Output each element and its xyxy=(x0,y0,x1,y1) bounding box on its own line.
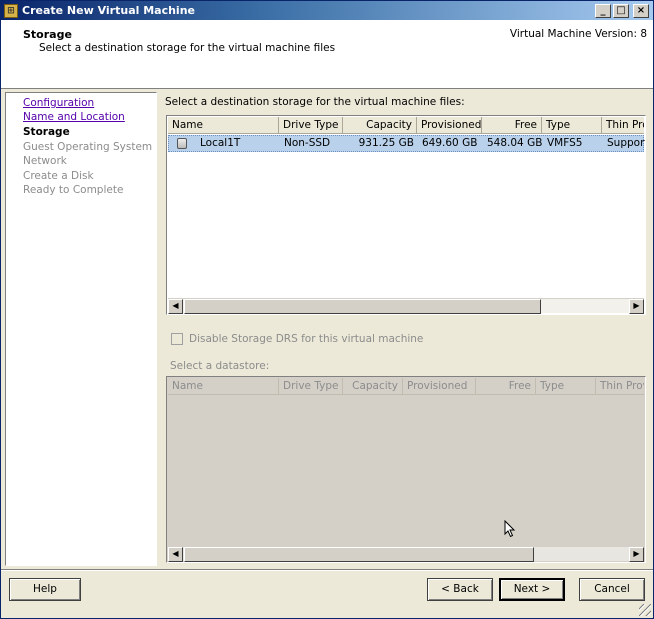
page-subtitle: Select a destination storage for the vir… xyxy=(39,42,336,54)
window-title: Create New Virtual Machine xyxy=(22,4,195,17)
next-button[interactable]: Next > xyxy=(499,578,565,601)
col-type: Type xyxy=(536,378,596,395)
horizontal-scrollbar[interactable]: ◀ ▶ xyxy=(168,298,644,314)
cell-provisioned: 649.60 GB xyxy=(422,137,478,149)
table-header: Name Drive Type Capacity Provisioned Fre… xyxy=(168,117,644,134)
disable-storage-drs-checkbox: Disable Storage DRS for this virtual mac… xyxy=(171,333,423,345)
col-capacity: Capacity xyxy=(343,378,403,395)
select-datastore-label: Select a datastore: xyxy=(170,360,270,372)
checkbox-icon xyxy=(171,333,183,345)
step-guest-os: Guest Operating System xyxy=(23,141,153,153)
table-header: Name Drive Type Capacity Provisioned Fre… xyxy=(168,378,644,395)
col-thin-provisioning[interactable]: Thin Prov xyxy=(602,117,644,134)
col-name[interactable]: Name xyxy=(168,117,279,134)
wizard-steps-nav: Configuration Name and Location Storage … xyxy=(5,92,157,566)
vm-version-label: Virtual Machine Version: 8 xyxy=(509,28,647,40)
help-button[interactable]: Help xyxy=(9,578,81,601)
datastore-icon xyxy=(177,138,187,149)
col-free: Free xyxy=(476,378,536,395)
cell-thin-provisioning: Supporte xyxy=(607,137,645,149)
horizontal-scrollbar: ◀ ▶ xyxy=(168,546,644,562)
step-name-and-location[interactable]: Name and Location xyxy=(23,111,125,123)
col-provisioned: Provisioned xyxy=(403,378,476,395)
mouse-cursor-icon xyxy=(504,520,516,538)
cell-free: 548.04 GB xyxy=(487,137,543,149)
page-title: Storage xyxy=(23,28,72,41)
col-capacity[interactable]: Capacity xyxy=(343,117,417,134)
back-button[interactable]: < Back xyxy=(427,578,493,601)
cell-name: Local1T xyxy=(200,137,241,149)
col-drive-type: Drive Type xyxy=(279,378,343,395)
datastore-select-table: Name Drive Type Capacity Provisioned Fre… xyxy=(166,376,646,563)
cell-type: VMFS5 xyxy=(547,137,583,149)
cancel-button[interactable]: Cancel xyxy=(579,578,645,601)
disable-storage-drs-label: Disable Storage DRS for this virtual mac… xyxy=(189,333,424,345)
col-provisioned[interactable]: Provisioned xyxy=(417,117,482,134)
scroll-right-icon: ▶ xyxy=(629,547,644,562)
scroll-thumb xyxy=(184,547,534,562)
destination-storage-label: Select a destination storage for the vir… xyxy=(165,96,465,108)
resize-grip-icon[interactable] xyxy=(639,604,651,616)
scroll-left-icon: ◀ xyxy=(168,547,183,562)
cell-drive-type: Non-SSD xyxy=(284,137,331,149)
step-configuration[interactable]: Configuration xyxy=(23,97,94,109)
scroll-left-icon[interactable]: ◀ xyxy=(168,299,183,314)
col-type[interactable]: Type xyxy=(542,117,602,134)
minimize-button[interactable]: _ xyxy=(595,3,611,18)
scroll-thumb[interactable] xyxy=(184,299,541,314)
table-row[interactable]: Local1T Non-SSD 931.25 GB 649.60 GB 548.… xyxy=(168,135,645,152)
col-free[interactable]: Free xyxy=(482,117,542,134)
close-button[interactable]: × xyxy=(633,3,649,18)
scroll-right-icon[interactable]: ▶ xyxy=(629,299,644,314)
col-name: Name xyxy=(168,378,279,395)
maximize-button[interactable]: □ xyxy=(613,3,629,18)
footer-divider xyxy=(1,569,653,570)
step-ready-to-complete: Ready to Complete xyxy=(23,184,124,196)
step-create-disk: Create a Disk xyxy=(23,170,94,182)
title-bar[interactable]: ⊞ Create New Virtual Machine _ □ × xyxy=(1,1,653,20)
cell-capacity: 931.25 GB xyxy=(358,137,414,149)
step-network: Network xyxy=(23,155,67,167)
vm-app-icon: ⊞ xyxy=(4,3,18,18)
wizard-header: Storage Select a destination storage for… xyxy=(1,20,653,89)
step-storage: Storage xyxy=(23,126,70,138)
datastore-table[interactable]: Name Drive Type Capacity Provisioned Fre… xyxy=(166,115,646,315)
wizard-window: ⊞ Create New Virtual Machine _ □ × Stora… xyxy=(0,0,654,619)
col-drive-type[interactable]: Drive Type xyxy=(279,117,343,134)
col-thin-provisioning: Thin Provi xyxy=(596,378,644,395)
